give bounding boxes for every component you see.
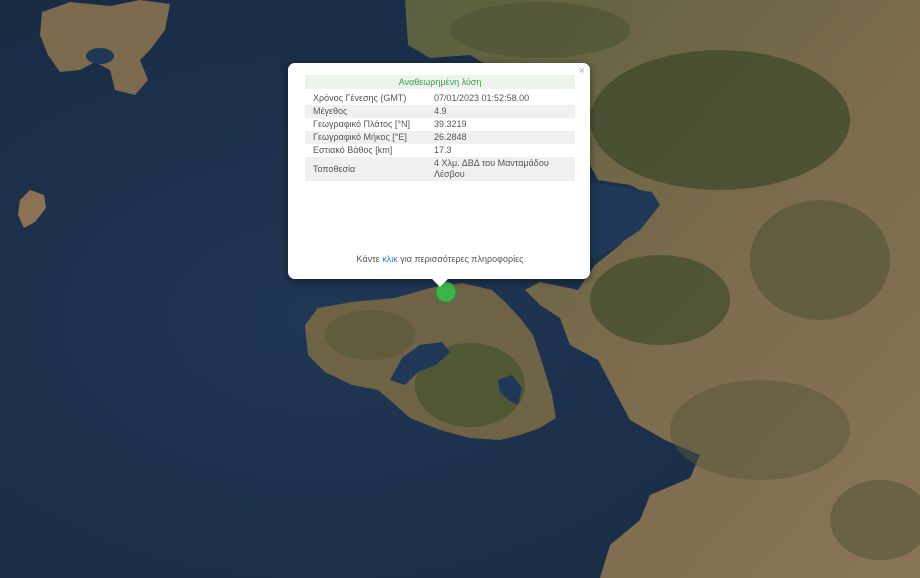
forest-patch (450, 2, 630, 58)
detail-value: 4.9 (426, 105, 575, 118)
more-prefix: Κάντε (356, 254, 380, 264)
detail-row: Γεωγραφικό Μήκος [°E] 26.2848 (305, 131, 575, 144)
forest-patch (590, 255, 730, 345)
earthquake-info-popup: × Αναθεωρημένη λύση Χρόνος Γένεσης (GMT)… (288, 63, 590, 287)
detail-row: Εστιακό Βάθος [km] 17.3 (305, 144, 575, 157)
lesbos-hills (325, 310, 415, 360)
more-suffix: για περισσότερες πληροφορίες (400, 254, 524, 264)
forest-patch (670, 380, 850, 480)
detail-value: 4 Χλμ. ΔΒΔ του Μανταμάδου Λέσβου (426, 157, 575, 181)
earthquake-details-table: Χρόνος Γένεσης (GMT) 07/01/2023 01:52:58.… (305, 92, 575, 181)
limnos-bay (86, 48, 114, 64)
detail-label: Χρόνος Γένεσης (GMT) (313, 93, 407, 103)
forest-patch (750, 200, 890, 320)
popup-title: Αναθεωρημένη λύση (305, 75, 575, 89)
detail-value: 17.3 (434, 145, 452, 155)
detail-row: Γεωγραφικό Πλάτος [°N] 39.3219 (305, 118, 575, 131)
detail-label: Εστιακό Βάθος [km] (313, 145, 393, 155)
forest-patch (590, 50, 850, 190)
detail-row: Τοποθεσία 4 Χλμ. ΔΒΔ του Μανταμάδου Λέσβο… (305, 157, 575, 181)
detail-label: Γεωγραφικό Μήκος [°E] (305, 131, 426, 144)
detail-row: Μέγεθος 4.9 (305, 105, 575, 118)
detail-value: 07/01/2023 01:52:58.00 (434, 93, 530, 103)
detail-label: Μέγεθος (305, 105, 426, 118)
detail-row: Χρόνος Γένεσης (GMT) 07/01/2023 01:52:58.… (305, 92, 575, 105)
detail-label: Γεωγραφικό Πλάτος [°N] (313, 119, 410, 129)
detail-value: 39.3219 (434, 119, 467, 129)
detail-label: Τοποθεσία (305, 157, 426, 181)
detail-value: 26.2848 (426, 131, 575, 144)
close-icon[interactable]: × (579, 65, 585, 77)
more-info-line: Κάντε κλικ για περισσότερες πληροφορίες (305, 254, 575, 264)
more-info-link[interactable]: κλικ (382, 254, 398, 264)
